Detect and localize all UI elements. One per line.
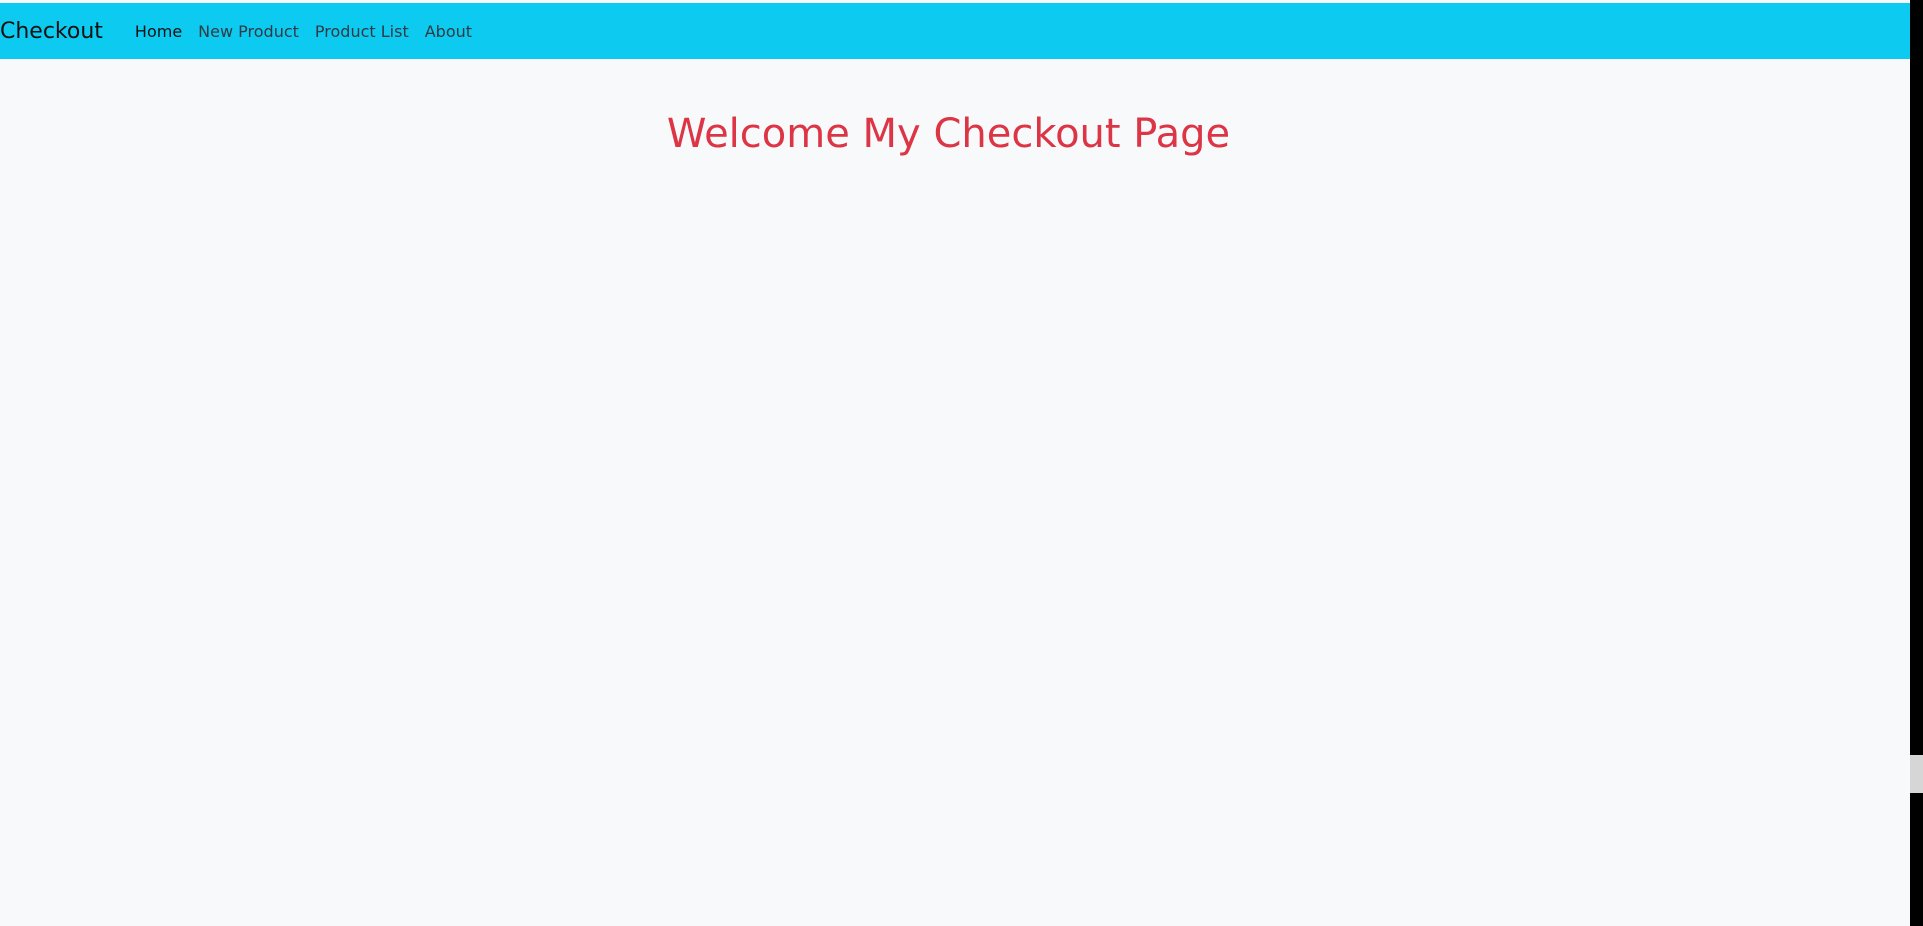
main-content: Welcome My Checkout Page (0, 59, 1910, 926)
nav-links: Home New Product Product List About (127, 22, 480, 41)
navbar-brand[interactable]: Checkout (0, 19, 103, 44)
nav-link-product-list[interactable]: Product List (307, 22, 417, 41)
nav-link-home[interactable]: Home (127, 22, 190, 41)
nav-link-new-product[interactable]: New Product (190, 22, 307, 41)
vertical-scrollbar[interactable] (1910, 0, 1923, 926)
page-title: Welcome My Checkout Page (666, 111, 1231, 157)
scrollbar-thumb[interactable] (1910, 755, 1923, 793)
nav-link-about[interactable]: About (417, 22, 480, 41)
page-viewport: Checkout Home New Product Product List A… (0, 0, 1910, 926)
navbar: Checkout Home New Product Product List A… (0, 3, 1910, 59)
